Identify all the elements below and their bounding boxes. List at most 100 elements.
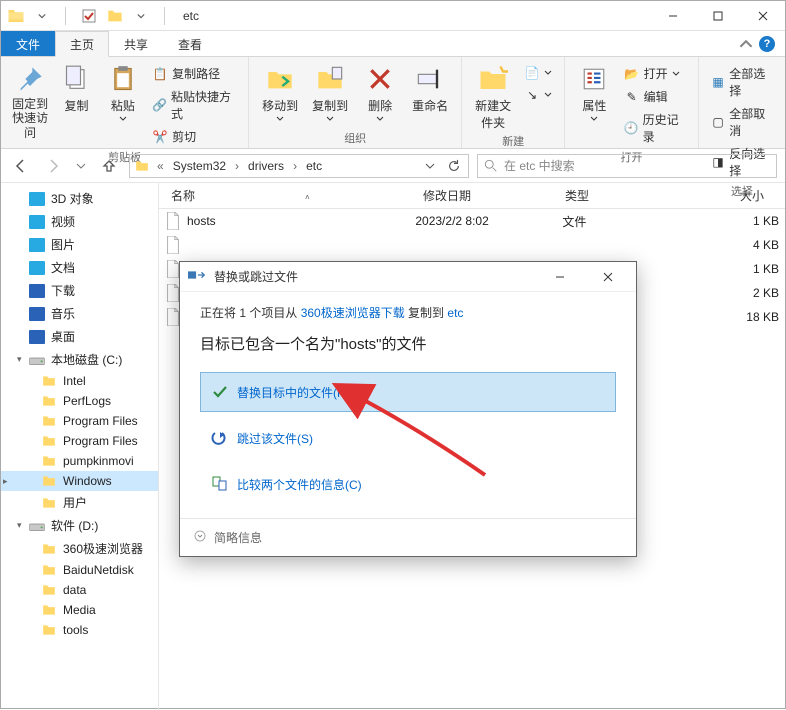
tree-item[interactable]: BaiduNetdisk (1, 560, 158, 580)
label: 移动到 (262, 97, 298, 114)
copy-button[interactable]: 复制 (55, 59, 97, 114)
tree-item[interactable]: pumpkinmovi (1, 451, 158, 471)
source-link[interactable]: 360极速浏览器下载 (301, 306, 405, 320)
refresh-button[interactable] (444, 154, 464, 178)
checkbox-checked-icon[interactable] (80, 7, 98, 25)
tree-item[interactable]: 桌面 (1, 325, 158, 348)
tree-item[interactable]: 图片 (1, 233, 158, 256)
tree-item[interactable]: Media (1, 600, 158, 620)
chevron-down-icon[interactable] (132, 7, 150, 25)
divider (65, 7, 66, 25)
tree-item[interactable]: Program Files (1, 411, 158, 431)
tab-home[interactable]: 主页 (55, 31, 109, 57)
tree-item[interactable]: ▸Windows (1, 471, 158, 491)
moveto-button[interactable]: 移动到 (257, 59, 303, 122)
chevron-down-icon[interactable] (33, 7, 51, 25)
copy-arrow-icon (188, 268, 206, 285)
folder-icon (134, 159, 150, 173)
tree-item[interactable]: Intel (1, 371, 158, 391)
dialog-close-button[interactable] (588, 263, 628, 291)
tree-item[interactable]: 用户 (1, 491, 158, 514)
copy-path-button[interactable]: 📋复制路径 (148, 63, 240, 84)
tree-item[interactable]: 视频 (1, 210, 158, 233)
history-dropdown[interactable] (73, 154, 89, 178)
label: 复制到 (312, 97, 348, 114)
option-compare[interactable]: 比较两个文件的信息(C) (200, 464, 616, 504)
file-icon (165, 236, 181, 254)
tree-item[interactable]: data (1, 580, 158, 600)
nav-row: « System32› drivers› etc 在 etc 中搜索 (1, 149, 785, 183)
column-headers[interactable]: 名称˄ 修改日期 类型 大小 (159, 183, 785, 209)
easy-access-button[interactable]: ↘ (520, 85, 556, 105)
tree-item[interactable]: tools (1, 620, 158, 640)
dialog-status-line: 正在将 1 个项目从 360极速浏览器下载 复制到 etc (200, 304, 616, 321)
nav-tree[interactable]: 3D 对象视频图片文档下载音乐桌面▾本地磁盘 (C:)IntelPerfLogs… (1, 183, 159, 710)
tree-item[interactable]: PerfLogs (1, 391, 158, 411)
forward-button[interactable] (41, 154, 65, 178)
new-item-button[interactable]: 📄 (520, 63, 556, 83)
tab-share[interactable]: 共享 (109, 31, 163, 56)
file-row[interactable]: 4 KB (159, 233, 785, 257)
tab-view[interactable]: 查看 (163, 31, 217, 56)
col-size[interactable]: 大小 (709, 187, 771, 204)
titlebar: etc (1, 1, 785, 31)
dialog-footer[interactable]: 简略信息 (180, 518, 636, 556)
tree-item-drive[interactable]: ▾本地磁盘 (C:) (1, 348, 158, 371)
tree-item[interactable]: Program Files (1, 431, 158, 451)
chevron-left-icon[interactable]: « (154, 159, 167, 173)
tree-item[interactable]: 音乐 (1, 302, 158, 325)
tab-file[interactable]: 文件 (1, 31, 55, 56)
address-bar[interactable]: « System32› drivers› etc (129, 154, 469, 178)
dialog-minimize-button[interactable] (540, 263, 580, 291)
copyto-button[interactable]: 复制到 (307, 59, 353, 122)
tree-item[interactable]: 360极速浏览器 (1, 537, 158, 560)
breadcrumb-segment[interactable]: System32 (171, 159, 228, 173)
folder-small-icon (106, 7, 124, 25)
delete-button[interactable]: 删除 (357, 59, 403, 122)
label: 属性 (582, 97, 606, 114)
select-all-button[interactable]: ▦全部选择 (707, 63, 777, 101)
minimize-button[interactable] (650, 1, 695, 31)
search-input[interactable]: 在 etc 中搜索 (477, 154, 777, 178)
pin-quickaccess-button[interactable]: 固定到快速访问 (9, 59, 51, 140)
label: 删除 (368, 97, 392, 114)
dialog-titlebar[interactable]: 替换或跳过文件 (180, 262, 636, 292)
tree-item[interactable]: 文档 (1, 256, 158, 279)
dialog-heading: 目标已包含一个名为"hosts"的文件 (200, 333, 616, 354)
tree-item[interactable]: 3D 对象 (1, 187, 158, 210)
edit-button[interactable]: ✎编辑 (620, 86, 690, 107)
open-button[interactable]: 📂打开 (620, 63, 690, 84)
address-dropdown[interactable] (420, 154, 440, 178)
col-date[interactable]: 修改日期 (417, 187, 559, 204)
dest-link[interactable]: etc (447, 306, 463, 320)
replace-file-dialog: 替换或跳过文件 正在将 1 个项目从 360极速浏览器下载 复制到 etc 目标… (179, 261, 637, 557)
file-row[interactable]: hosts2023/2/2 8:02文件1 KB (159, 209, 785, 233)
label: 复制 (65, 97, 89, 114)
maximize-button[interactable] (695, 1, 740, 31)
breadcrumb-segment[interactable]: drivers (246, 159, 286, 173)
history-button[interactable]: 🕘历史记录 (620, 109, 690, 147)
col-type[interactable]: 类型 (559, 187, 709, 204)
compare-icon (211, 475, 229, 493)
label: 粘贴 (111, 97, 135, 114)
close-button[interactable] (740, 1, 785, 31)
tree-item-drive[interactable]: ▾软件 (D:) (1, 514, 158, 537)
properties-button[interactable]: 属性 (573, 59, 615, 122)
dialog-title: 替换或跳过文件 (214, 268, 532, 285)
label: 重命名 (412, 97, 448, 114)
paste-shortcut-button[interactable]: 🔗粘贴快捷方式 (148, 86, 240, 124)
option-replace[interactable]: 替换目标中的文件(R) (200, 372, 616, 412)
breadcrumb-segment[interactable]: etc (304, 159, 324, 173)
collapse-ribbon-icon[interactable] (739, 37, 753, 51)
back-button[interactable] (9, 154, 33, 178)
up-button[interactable] (97, 154, 121, 178)
tree-item[interactable]: 下载 (1, 279, 158, 302)
file-icon (165, 212, 181, 230)
paste-button[interactable]: 粘贴 (102, 59, 144, 122)
help-icon[interactable]: ? (759, 36, 775, 52)
option-skip[interactable]: 跳过该文件(S) (200, 418, 616, 458)
select-none-button[interactable]: ▢全部取消 (707, 103, 777, 141)
new-folder-button[interactable]: 新建文件夹 (470, 59, 516, 131)
rename-button[interactable]: 重命名 (407, 59, 453, 114)
cut-button[interactable]: ✂️剪切 (148, 126, 240, 147)
